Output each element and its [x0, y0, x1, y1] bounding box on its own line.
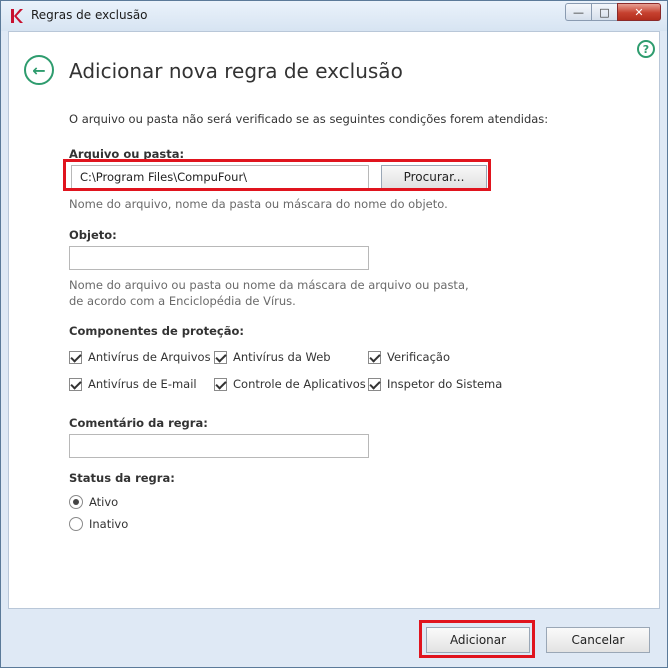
checkbox-scan[interactable]: Verificação: [368, 350, 450, 364]
file-path-hint: Nome do arquivo, nome da pasta ou máscar…: [69, 197, 448, 211]
radio-active[interactable]: Ativo: [69, 495, 118, 509]
checkbox-file-antivirus[interactable]: Antivírus de Arquivos: [69, 350, 211, 364]
file-path-input[interactable]: [71, 165, 369, 189]
checkbox-check-icon[interactable]: [214, 350, 227, 364]
radio-label: Ativo: [89, 495, 119, 509]
checkbox-label: Antivírus de Arquivos: [88, 350, 211, 364]
minimize-button[interactable]: —: [565, 3, 591, 21]
radio-label: Inativo: [89, 517, 129, 531]
status-label: Status da regra:: [69, 471, 175, 485]
close-button[interactable]: ✕: [617, 3, 661, 21]
add-button[interactable]: Adicionar: [426, 627, 530, 653]
checkbox-label: Antivírus da Web: [233, 350, 331, 364]
checkbox-system-watcher[interactable]: Inspetor do Sistema: [368, 377, 502, 391]
object-hint-line2: de acordo com a Enciclopédia de Vírus.: [69, 294, 296, 308]
page-title: Adicionar nova regra de exclusão: [69, 59, 403, 83]
kaspersky-logo-icon: [11, 9, 23, 23]
object-label: Objeto:: [69, 228, 117, 242]
radio-inactive[interactable]: Inativo: [69, 517, 128, 531]
object-hint-line1: Nome do arquivo ou pasta ou nome da másc…: [69, 278, 469, 292]
checkbox-check-icon[interactable]: [69, 350, 82, 364]
help-icon[interactable]: ?: [637, 40, 655, 58]
radio-unselected-icon[interactable]: [69, 517, 83, 531]
checkbox-label: Verificação: [387, 350, 450, 364]
components-label: Componentes de proteção:: [69, 324, 244, 338]
checkbox-check-icon[interactable]: [368, 377, 381, 391]
comment-input[interactable]: [69, 434, 369, 458]
window-controls: — □ ✕: [565, 3, 661, 21]
maximize-button[interactable]: □: [591, 3, 617, 21]
back-arrow-icon[interactable]: ←: [24, 55, 54, 85]
checkbox-label: Controle de Aplicativos: [233, 377, 366, 391]
checkbox-web-antivirus[interactable]: Antivírus da Web: [214, 350, 331, 364]
checkbox-label: Inspetor do Sistema: [387, 377, 503, 391]
file-path-label: Arquivo ou pasta:: [69, 147, 185, 161]
checkbox-label: Antivírus de E-mail: [88, 377, 197, 391]
dialog-window: Regras de exclusão — □ ✕ ? ← Adicionar n…: [0, 0, 668, 668]
object-input[interactable]: [69, 246, 369, 270]
title-bar[interactable]: Regras de exclusão — □ ✕: [1, 1, 667, 31]
checkbox-mail-antivirus[interactable]: Antivírus de E-mail: [69, 377, 197, 391]
comment-label: Comentário da regra:: [69, 416, 208, 430]
checkbox-check-icon[interactable]: [214, 377, 227, 391]
page-description: O arquivo ou pasta não será verificado s…: [69, 112, 549, 126]
window-title: Regras de exclusão: [31, 8, 148, 22]
cancel-button[interactable]: Cancelar: [546, 627, 650, 653]
browse-button[interactable]: Procurar...: [381, 165, 487, 189]
radio-selected-icon[interactable]: [69, 495, 83, 509]
checkbox-application-control[interactable]: Controle de Aplicativos: [214, 377, 366, 391]
checkbox-check-icon[interactable]: [368, 350, 381, 364]
checkbox-check-icon[interactable]: [69, 377, 82, 391]
content-panel: ? ← Adicionar nova regra de exclusão O a…: [8, 31, 660, 609]
